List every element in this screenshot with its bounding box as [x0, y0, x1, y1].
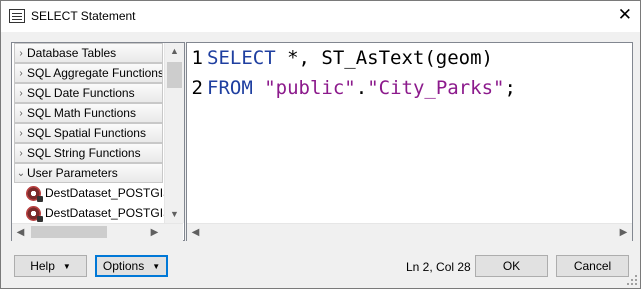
tree-category-label: SQL Math Functions: [27, 106, 136, 120]
tree-category-label: SQL Date Functions: [27, 86, 135, 100]
sql-text: ;: [504, 77, 516, 99]
sql-editor[interactable]: 1 SELECT *, ST_AsText(geom) 2 FROM "public"…: [186, 42, 633, 241]
title-bar: SELECT Statement ✕: [1, 1, 640, 32]
scroll-down-icon[interactable]: ▼: [165, 206, 184, 223]
sql-keyword: SELECT: [207, 47, 276, 69]
chevron-down-icon: ▼: [152, 261, 161, 271]
tree-category-label: SQL String Functions: [27, 146, 141, 160]
tree-category-item[interactable]: ⌄ User Parameters: [14, 163, 163, 183]
user-parameter-label: DestDataset_POSTGIS: [45, 186, 164, 200]
close-icon[interactable]: ✕: [618, 5, 632, 25]
editor-horizontal-scrollbar[interactable]: ◀ ▶: [187, 223, 632, 241]
chevron-right-icon[interactable]: ›: [15, 148, 27, 159]
function-tree: › Database Tables › SQL Aggregate Functions…: [12, 43, 164, 223]
sql-identifier-string: "City_Parks": [367, 77, 505, 99]
ok-button[interactable]: OK: [475, 255, 548, 277]
scroll-right-icon[interactable]: ▶: [615, 224, 632, 241]
cancel-button[interactable]: Cancel: [556, 255, 629, 277]
tree-category-item[interactable]: › SQL Spatial Functions: [14, 123, 163, 143]
help-label: Help: [30, 259, 55, 273]
scroll-left-icon[interactable]: ◀: [187, 224, 204, 241]
options-label: Options: [102, 259, 145, 273]
chevron-down-icon[interactable]: ⌄: [15, 168, 27, 179]
sql-identifier-string: "public": [264, 77, 356, 99]
sql-text: .: [355, 77, 368, 99]
code-line[interactable]: 1 SELECT *, ST_AsText(geom): [187, 43, 632, 73]
tree-category-item[interactable]: › SQL String Functions: [14, 143, 163, 163]
scroll-corner: [164, 224, 183, 241]
cursor-position-status: Ln 2, Col 28: [406, 260, 471, 274]
options-button[interactable]: Options ▼: [95, 255, 168, 277]
help-button[interactable]: Help ▼: [14, 255, 87, 277]
chevron-right-icon[interactable]: ›: [15, 128, 27, 139]
chevron-right-icon[interactable]: ›: [15, 68, 27, 79]
user-parameter-item[interactable]: DestDataset_POSTGIS: [12, 203, 164, 223]
parameter-icon: [26, 185, 43, 202]
sql-text: *, ST_AsText(geom): [275, 47, 493, 69]
function-tree-panel: › Database Tables › SQL Aggregate Functions…: [11, 42, 185, 241]
user-parameter-label: DestDataset_POSTGIS: [45, 206, 164, 220]
chevron-down-icon: ▼: [62, 261, 71, 271]
tree-vertical-scrollbar[interactable]: ▲ ▼: [164, 43, 184, 223]
tree-category-item[interactable]: › SQL Aggregate Functions: [14, 63, 163, 83]
scroll-thumb[interactable]: [31, 226, 107, 238]
scroll-thumb[interactable]: [167, 62, 182, 88]
chevron-right-icon[interactable]: ›: [15, 108, 27, 119]
tree-horizontal-scrollbar[interactable]: ◀ ▶: [12, 223, 183, 241]
tree-category-label: Database Tables: [27, 46, 117, 60]
scroll-up-icon[interactable]: ▲: [165, 43, 184, 60]
tree-category-item[interactable]: › SQL Date Functions: [14, 83, 163, 103]
code-area[interactable]: 1 SELECT *, ST_AsText(geom) 2 FROM "public"…: [187, 43, 632, 223]
window-title: SELECT Statement: [31, 9, 136, 23]
tree-category-item[interactable]: › SQL Math Functions: [14, 103, 163, 123]
line-number: 1: [191, 47, 203, 69]
cancel-label: Cancel: [573, 259, 612, 273]
user-parameter-item[interactable]: DestDataset_POSTGIS: [12, 183, 164, 203]
chevron-right-icon[interactable]: ›: [15, 88, 27, 99]
ok-label: OK: [502, 259, 521, 273]
select-statement-dialog: SELECT Statement ✕ › Database Tables › SQL …: [0, 0, 641, 289]
tree-category-item[interactable]: › Database Tables: [14, 43, 163, 63]
tree-category-label: SQL Aggregate Functions: [27, 66, 163, 80]
dialog-icon: [9, 9, 25, 23]
line-number: 2: [191, 77, 203, 99]
code-line[interactable]: 2 FROM "public". "City_Parks";: [187, 73, 632, 103]
scroll-right-icon[interactable]: ▶: [146, 224, 163, 241]
tree-category-label: User Parameters: [27, 166, 118, 180]
resize-grip-icon[interactable]: [627, 275, 637, 285]
sql-keyword: FROM: [207, 77, 253, 99]
scroll-left-icon[interactable]: ◀: [12, 224, 29, 241]
tree-category-label: SQL Spatial Functions: [27, 126, 146, 140]
chevron-right-icon[interactable]: ›: [15, 48, 27, 59]
parameter-icon: [26, 205, 43, 222]
